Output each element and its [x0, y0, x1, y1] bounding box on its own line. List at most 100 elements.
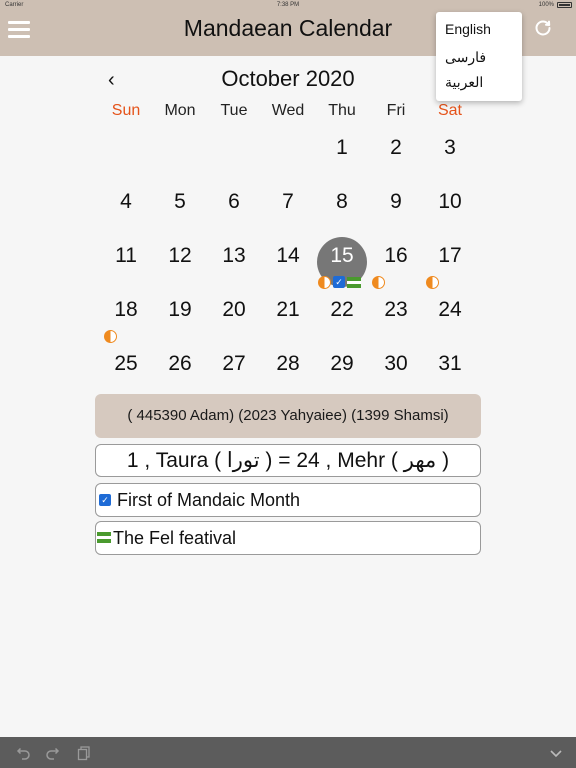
event-label: The Fel featival [113, 528, 237, 548]
bottom-toolbar [0, 737, 576, 768]
day-number: 25 [114, 352, 138, 375]
day-number: 12 [168, 244, 192, 267]
day-number: 6 [228, 190, 240, 213]
day-number: 18 [114, 298, 138, 321]
chevron-down-icon[interactable] [547, 744, 565, 762]
language-english[interactable]: English [445, 21, 491, 37]
day-cell[interactable]: 3 [423, 122, 477, 176]
empty-cell [153, 122, 207, 176]
day-cell[interactable]: 8 [315, 176, 369, 230]
day-cell[interactable]: 12 [153, 230, 207, 284]
day-cell[interactable]: 21 [261, 284, 315, 338]
chevron-left-icon[interactable]: ‹ [108, 68, 128, 92]
weekday-thu: Thu [328, 102, 356, 119]
day-cell[interactable]: 18 [99, 284, 153, 343]
day-cell[interactable]: 27 [207, 338, 261, 392]
date-conversion-box: 1 , Taura ( تورا ) = 24 , Mehr ( مهر ) [95, 444, 481, 477]
day-number: 23 [384, 298, 408, 321]
day-cell[interactable]: 7 [261, 176, 315, 230]
weekday-sun: Sun [111, 102, 141, 119]
day-cell[interactable]: 22 [315, 284, 369, 338]
day-cell[interactable]: 14 [261, 230, 315, 284]
day-cell[interactable]: 23 [369, 284, 423, 338]
day-number: 5 [174, 190, 186, 213]
event-item-fel-festival[interactable]: The Fel featival [95, 521, 481, 555]
language-farsi[interactable]: فارسی [445, 49, 486, 66]
day-cell[interactable]: 16 [369, 230, 423, 289]
day-cell[interactable]: 4 [99, 176, 153, 230]
empty-cell [261, 122, 315, 176]
checkbox-icon: ✓ [99, 494, 111, 506]
weekday-fri: Fri [386, 102, 406, 119]
day-cell[interactable]: 19 [153, 284, 207, 338]
fel-flag-icon [97, 532, 111, 543]
day-cell[interactable]: 17 [423, 230, 477, 289]
day-number: 9 [390, 190, 402, 213]
day-number: 15 [330, 244, 354, 267]
day-cell[interactable]: 24 [423, 284, 477, 338]
day-number: 27 [222, 352, 246, 375]
status-time: 7:38 PM [276, 2, 300, 8]
undo-icon[interactable] [14, 744, 32, 762]
event-item-first-of-month[interactable]: ✓ First of Mandaic Month [95, 483, 481, 517]
calendar-grid: 1 2 3 4 5 6 7 8 9 10 11 12 13 14 15 ✓ 16… [99, 122, 477, 392]
battery-icon [557, 2, 572, 8]
redo-icon[interactable] [44, 744, 62, 762]
day-cell[interactable]: 28 [261, 338, 315, 392]
day-number: 22 [330, 298, 354, 321]
day-number: 13 [222, 244, 246, 267]
day-cell[interactable]: 29 [315, 338, 369, 392]
day-number: 26 [168, 352, 192, 375]
battery-percent: 100% [538, 2, 554, 8]
day-cell[interactable]: 6 [207, 176, 261, 230]
day-cell-selected[interactable]: 15 ✓ [315, 230, 369, 289]
day-number: 4 [120, 190, 132, 213]
day-cell[interactable]: 11 [99, 230, 153, 284]
weekday-tue: Tue [220, 102, 248, 119]
day-cell[interactable]: 31 [423, 338, 477, 392]
empty-cell [207, 122, 261, 176]
day-cell[interactable]: 25 [99, 338, 153, 392]
event-label: First of Mandaic Month [117, 490, 301, 510]
hamburger-menu-icon[interactable] [8, 21, 30, 39]
day-number: 19 [168, 298, 192, 321]
day-number: 28 [276, 352, 300, 375]
day-cell[interactable]: 5 [153, 176, 207, 230]
weekday-wed: Wed [271, 102, 305, 119]
day-cell[interactable]: 26 [153, 338, 207, 392]
day-cell[interactable]: 13 [207, 230, 261, 284]
day-number: 10 [438, 190, 462, 213]
day-number: 16 [384, 244, 408, 267]
language-arabic[interactable]: العربية [445, 74, 483, 91]
day-number: 30 [384, 352, 408, 375]
day-number: 29 [330, 352, 354, 375]
day-number: 11 [115, 244, 137, 267]
day-cell[interactable]: 30 [369, 338, 423, 392]
day-number: 2 [390, 136, 402, 159]
weekday-header-row: Sun Mon Tue Wed Thu Fri Sat [99, 102, 477, 122]
language-menu: English فارسی العربية [436, 12, 522, 101]
day-cell[interactable]: 10 [423, 176, 477, 230]
day-number: 24 [438, 298, 462, 321]
status-bar: Carrier 7:38 PM 100% [0, 0, 576, 10]
day-cell[interactable]: 2 [369, 122, 423, 176]
month-title: October 2020 [221, 66, 355, 91]
day-cell[interactable]: 20 [207, 284, 261, 338]
weekday-mon: Mon [164, 102, 196, 119]
day-number: 1 [336, 136, 348, 159]
day-number: 14 [276, 244, 300, 267]
empty-cell [99, 122, 153, 176]
weekday-sat: Sat [437, 102, 462, 119]
copy-icon[interactable] [75, 744, 93, 762]
day-number: 20 [222, 298, 246, 321]
era-years-box: ( 445390 Adam) (2023 Yahyaiee) (1399 Sha… [95, 394, 481, 438]
day-number: 8 [336, 190, 348, 213]
app-title: Mandaean Calendar [183, 15, 393, 41]
day-cell[interactable]: 9 [369, 176, 423, 230]
refresh-icon[interactable] [533, 18, 553, 38]
day-number: 21 [276, 298, 300, 321]
day-cell[interactable]: 1 [315, 122, 369, 176]
day-number: 31 [438, 352, 462, 375]
day-number: 3 [444, 136, 456, 159]
day-number: 7 [282, 190, 294, 213]
